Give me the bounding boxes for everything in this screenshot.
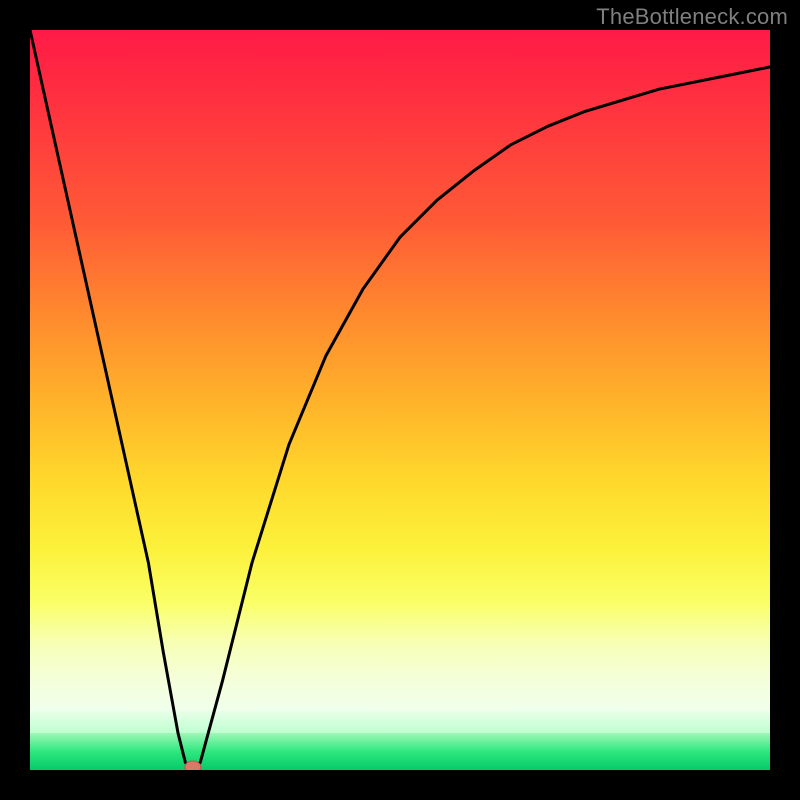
plot-area — [30, 30, 770, 770]
chart-frame: TheBottleneck.com — [0, 0, 800, 800]
bottleneck-curve — [30, 30, 770, 770]
optimal-point-marker — [185, 761, 201, 770]
curve-layer — [30, 30, 770, 770]
watermark-text: TheBottleneck.com — [596, 4, 788, 30]
